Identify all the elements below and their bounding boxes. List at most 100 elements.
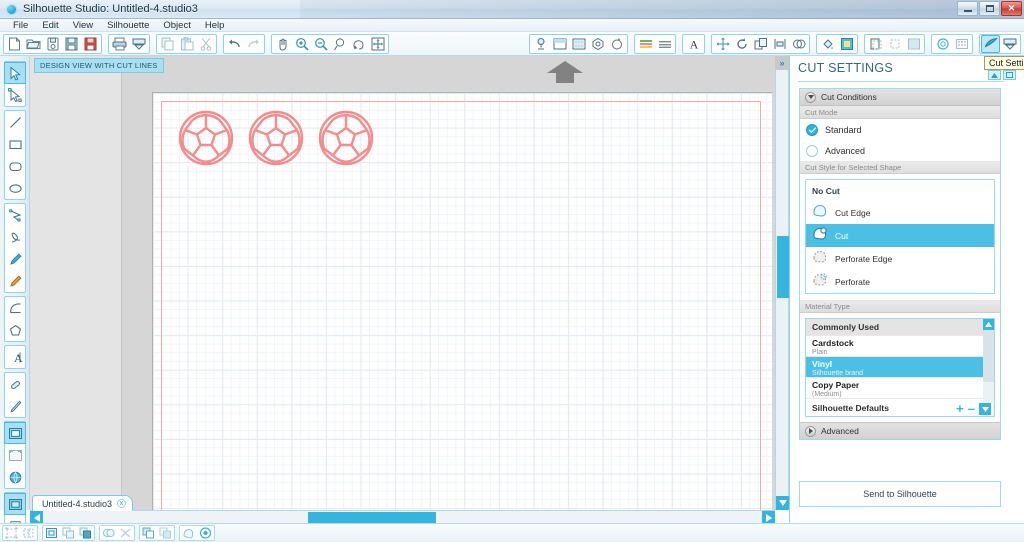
ellipse-tool-icon[interactable] [4, 177, 26, 199]
material-scroll-up-button[interactable] [983, 319, 994, 330]
rounded-rectangle-tool-icon[interactable] [4, 155, 26, 177]
trace-target-icon[interactable] [197, 526, 214, 541]
rectangle-tool-icon[interactable] [4, 133, 26, 155]
menu-file[interactable]: File [6, 19, 35, 32]
cut-style-option-cut[interactable]: Cut [806, 224, 994, 247]
detach-lines-icon[interactable] [117, 526, 134, 541]
fill-gradient-icon[interactable] [837, 35, 856, 53]
menu-view[interactable]: View [66, 19, 100, 32]
cut-style-option-perforate-edge[interactable]: Perforate Edge [806, 247, 994, 270]
open-folder-icon[interactable] [24, 35, 43, 53]
draw-smooth-freehand-icon[interactable] [4, 270, 26, 292]
fit-window-icon[interactable] [368, 35, 387, 53]
cut-settings-grid-icon[interactable] [569, 35, 588, 53]
document-tab[interactable]: Untitled-4.studio3 x [32, 495, 134, 511]
line-color-icon[interactable] [636, 35, 655, 53]
send-backward-icon[interactable] [77, 526, 94, 541]
menu-help[interactable]: Help [198, 19, 232, 32]
zoom-selection-icon[interactable] [330, 35, 349, 53]
library-globe-icon[interactable] [4, 466, 26, 488]
knife-tool-icon[interactable] [4, 395, 26, 417]
cut-style-option-no-cut[interactable]: No Cut [806, 180, 994, 201]
cut-style-option-perforate[interactable]: Perforate [806, 270, 994, 293]
menu-edit[interactable]: Edit [35, 19, 65, 32]
material-item-cardstock[interactable]: Cardstock Plain [806, 336, 994, 357]
group-objects-icon[interactable] [3, 526, 20, 541]
maximize-button[interactable] [979, 1, 1000, 16]
intersect-icon[interactable] [157, 526, 174, 541]
compound-path-icon[interactable] [43, 526, 60, 541]
minimize-button[interactable] [957, 1, 978, 16]
printer-icon[interactable] [110, 35, 129, 53]
close-button[interactable]: ✕ [1001, 1, 1022, 16]
bring-forward-icon[interactable] [60, 526, 77, 541]
transform-move-icon[interactable] [713, 35, 732, 53]
collapse-chevron-down-icon[interactable] [805, 91, 816, 103]
menu-silhouette[interactable]: Silhouette [100, 19, 156, 32]
sketch-icon[interactable] [933, 35, 952, 53]
design-canvas[interactable]: DESIGN VIEW WITH CUT LINES [30, 56, 775, 510]
cut-style-option-cut-edge[interactable]: Cut Edge [806, 201, 994, 224]
cutting-mat[interactable] [152, 92, 772, 510]
pixscan-icon[interactable] [607, 35, 626, 53]
radio-advanced-icon[interactable] [806, 144, 818, 157]
paste-icon[interactable] [177, 35, 196, 53]
material-item-copy-paper[interactable]: Copy Paper (Medium) [806, 378, 994, 399]
material-scroll-thumb[interactable] [983, 330, 994, 382]
radio-standard-icon[interactable] [806, 123, 818, 136]
cut-mode-option-advanced[interactable]: Advanced [800, 140, 1000, 161]
redo-icon[interactable] [244, 35, 263, 53]
soccer-ball-shape[interactable] [177, 109, 235, 167]
cut-conditions-header[interactable]: Cut Conditions [800, 89, 1000, 106]
ungroup-objects-icon[interactable] [20, 526, 37, 541]
pan-hand-icon[interactable] [273, 35, 292, 53]
select-arrow-icon[interactable] [4, 62, 26, 84]
save-red-icon[interactable] [81, 35, 100, 53]
polygon-tool-icon[interactable] [4, 204, 26, 226]
cut-mode-option-standard[interactable]: Standard [800, 119, 1000, 140]
page-setup-panel-icon[interactable] [4, 422, 26, 444]
curve-tool-icon[interactable] [4, 226, 26, 248]
registration-marks-icon[interactable] [550, 35, 569, 53]
undo-icon[interactable] [225, 35, 244, 53]
panel-collapse-icon[interactable] [988, 70, 1001, 80]
arc-tool-icon[interactable] [4, 297, 26, 319]
material-group-commonly-used[interactable]: Commonly Used [806, 319, 994, 336]
offset-shape-icon[interactable] [180, 526, 197, 541]
material-remove-button[interactable]: – [968, 402, 975, 415]
horizontal-scroll-thumb[interactable] [308, 512, 436, 523]
replicate-icon[interactable] [751, 35, 770, 53]
trace-icon[interactable] [588, 35, 607, 53]
material-item-vinyl[interactable]: Vinyl Silhouette brand [806, 357, 994, 378]
scroll-down-button[interactable] [776, 496, 790, 510]
draw-freehand-icon[interactable] [4, 248, 26, 270]
panel-dock-icon[interactable] [1003, 70, 1016, 80]
modify-icon[interactable] [789, 35, 808, 53]
copy-icon[interactable] [158, 35, 177, 53]
save-disk-icon[interactable] [43, 35, 62, 53]
edit-points-icon[interactable] [4, 84, 26, 106]
send-to-silhouette-icon[interactable] [1000, 35, 1019, 53]
subtract-icon[interactable] [140, 526, 157, 541]
new-document-icon[interactable] [5, 35, 24, 53]
weld-icon[interactable] [100, 526, 117, 541]
vertical-scroll-thumb[interactable] [777, 236, 789, 298]
document-tab-close-icon[interactable]: x [117, 499, 127, 508]
align-icon[interactable] [770, 35, 789, 53]
canvas-vertical-scrollbar[interactable] [775, 56, 790, 510]
soccer-ball-shape[interactable] [317, 109, 375, 167]
send-to-silhouette-button[interactable]: Send to Silhouette [799, 481, 1001, 507]
material-add-button[interactable]: + [956, 402, 964, 415]
line-style-icon[interactable] [655, 35, 674, 53]
soccer-ball-shape[interactable] [247, 109, 305, 167]
advanced-section-header[interactable]: Advanced [800, 422, 1000, 439]
canvas-shape-group[interactable] [177, 109, 375, 167]
text-style-icon[interactable]: A [684, 35, 703, 53]
line-tool-icon[interactable] [4, 111, 26, 133]
eraser-tool-icon[interactable] [4, 373, 26, 395]
design-page-icon[interactable] [4, 493, 26, 515]
material-list[interactable]: Commonly Used Cardstock Plain Vinyl Silh… [805, 318, 995, 417]
material-list-scrollbar[interactable] [983, 319, 994, 416]
pattern-fill-icon[interactable] [904, 35, 923, 53]
panel-collapse-button[interactable]: » [775, 56, 789, 70]
